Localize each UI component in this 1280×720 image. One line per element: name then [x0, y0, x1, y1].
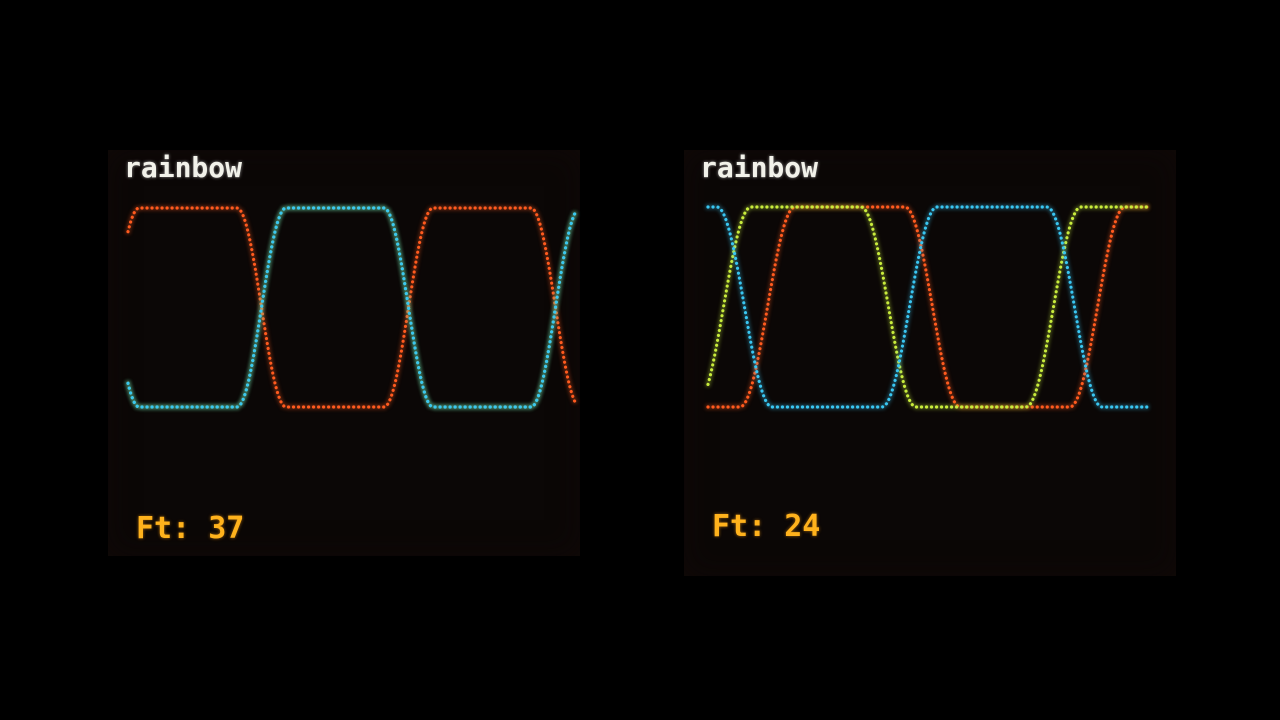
ft-value: 37 [208, 511, 245, 546]
ft-value: 24 [784, 509, 821, 544]
ft-label: Ft: [136, 511, 191, 546]
green-channel-curve [706, 205, 1153, 409]
blue-channel-curve [126, 206, 577, 409]
frame-time-readout: Ft: 24 [712, 512, 820, 542]
display-right: rainbow Ft: 24 [684, 150, 1176, 576]
red-channel-curve [126, 206, 577, 409]
green-channel-curve [126, 206, 577, 409]
red-channel-curve [706, 205, 1153, 409]
ft-label: Ft: [712, 509, 767, 544]
frame-time-readout: Ft: 37 [136, 514, 244, 544]
rainbow-plot [126, 206, 577, 409]
display-left: rainbow Ft: 37 [108, 150, 580, 556]
blue-channel-curve [706, 205, 1153, 409]
